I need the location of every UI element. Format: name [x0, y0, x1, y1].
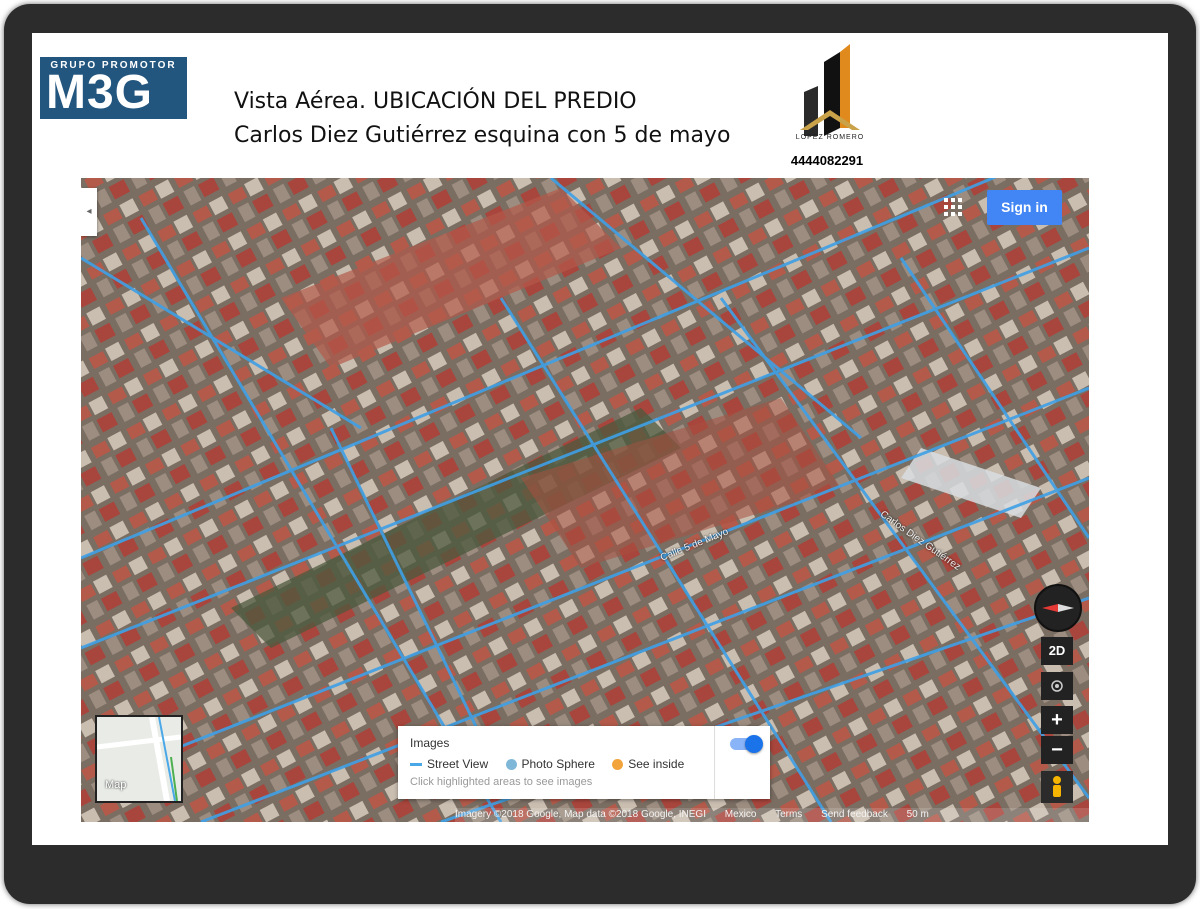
aerial-map[interactable]: Calle 5 de Mayo Carlos Diez Gutiérrez ◂ … — [81, 178, 1089, 822]
m3g-logo: GRUPO PROMOTOR M3G — [40, 57, 187, 119]
scale-bar[interactable]: 50 m — [907, 809, 929, 820]
legend-row: Street View Photo Sphere See inside — [410, 757, 698, 771]
zoom-out-button[interactable]: − — [1041, 736, 1073, 764]
legend-divider — [714, 726, 715, 799]
compass-icon[interactable] — [1034, 584, 1082, 632]
zoom-in-button[interactable]: + — [1041, 706, 1073, 734]
imagery-layer-toggle[interactable] — [730, 735, 763, 753]
legend-title: Images — [410, 736, 450, 750]
photo-sphere-dot-icon — [505, 759, 517, 771]
logo-main-text: M3G — [46, 66, 154, 119]
toggle-knob[interactable] — [745, 735, 763, 753]
legend-label-photo-sphere: Photo Sphere — [521, 757, 595, 771]
map-footer: Imagery ©2018 Google, Map data ©2018 Goo… — [455, 808, 1089, 822]
heading-line-2: Carlos Diez Gutiérrez esquina con 5 de m… — [234, 123, 731, 148]
view-mode-2d-button[interactable]: 2D — [1041, 637, 1073, 665]
attribution-text: Imagery ©2018 Google, Map data ©2018 Goo… — [455, 809, 706, 820]
legend-item-see-inside: See inside — [612, 757, 684, 771]
terms-link[interactable]: Terms — [775, 809, 802, 820]
legend-item-photo-sphere: Photo Sphere — [505, 757, 595, 771]
collapse-side-panel-button[interactable]: ◂ — [81, 188, 97, 236]
agency-phone: 4444082291 — [790, 153, 864, 168]
legend-item-street-view: Street View — [410, 757, 488, 771]
pegman-icon[interactable] — [1041, 771, 1073, 803]
country-link[interactable]: Mexico — [725, 809, 757, 820]
apps-grid-icon[interactable] — [944, 198, 964, 218]
my-location-icon[interactable] — [1041, 672, 1073, 700]
street-view-line-icon — [410, 763, 422, 767]
legend-label-see-inside: See inside — [628, 757, 685, 771]
minimap-toggle[interactable]: Map — [95, 715, 183, 803]
sign-in-button[interactable]: Sign in — [987, 190, 1062, 225]
minimap-label: Map — [105, 779, 127, 791]
images-legend-card: Images Street View Photo Sphere See insi… — [398, 726, 770, 799]
heading-line-1: Vista Aérea. UBICACIÓN DEL PREDIO — [234, 89, 637, 114]
agency-name: LOPEZ ROMERO — [795, 134, 865, 141]
see-inside-dot-icon — [612, 759, 624, 771]
send-feedback-link[interactable]: Send feedback — [821, 809, 888, 820]
legend-label-street-view: Street View — [427, 757, 489, 771]
legend-hint: Click highlighted areas to see images — [410, 776, 593, 788]
